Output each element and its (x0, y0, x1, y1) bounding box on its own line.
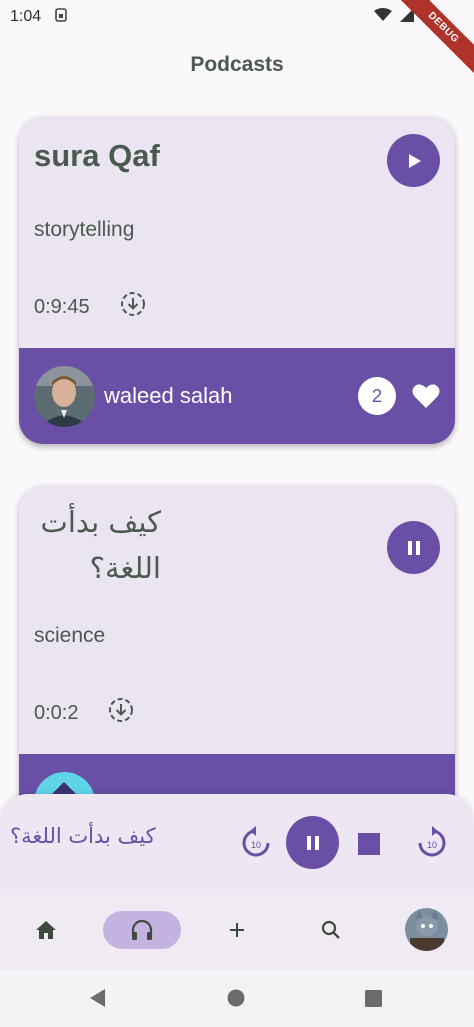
author-avatar[interactable] (34, 365, 95, 427)
home-icon (36, 921, 56, 939)
add-icon (230, 923, 244, 937)
nav-home[interactable] (30, 916, 62, 944)
download-icon[interactable] (108, 697, 134, 729)
stop-button[interactable] (357, 832, 381, 856)
now-playing-title: كيف بدأت اللغة؟ (10, 824, 156, 848)
replay-10-icon: 10 (242, 826, 270, 857)
forward-seconds: 10 (427, 840, 437, 850)
rewind-10-button[interactable]: 10 (238, 824, 274, 862)
download-icon[interactable] (120, 291, 146, 323)
forward-10-button[interactable]: 10 (414, 824, 450, 862)
pause-icon (306, 835, 319, 850)
nav-search[interactable] (318, 916, 344, 944)
heart-icon[interactable] (412, 383, 440, 409)
profile-avatar[interactable] (405, 908, 448, 951)
like-count-badge: 2 (358, 377, 396, 415)
podcast-title: sura Qaf (34, 138, 160, 173)
headphones-icon (131, 920, 153, 940)
nav-podcasts[interactable] (103, 911, 181, 949)
back-icon[interactable] (88, 988, 108, 1008)
play-button[interactable] (387, 134, 440, 187)
wifi-icon (374, 8, 392, 26)
mini-player[interactable]: كيف بدأت اللغة؟ 10 10 (0, 794, 474, 894)
home-circle-icon[interactable] (226, 988, 246, 1008)
forward-10-icon: 10 (418, 826, 446, 857)
bottom-navigation (0, 890, 474, 970)
stop-icon (358, 833, 380, 855)
play-icon (408, 153, 421, 168)
podcast-card[interactable]: sura Qaf storytelling 0:9:45 waleed sala… (19, 116, 455, 444)
podcast-title: كيف بدأت اللغة؟ (40, 505, 161, 585)
podcast-card[interactable]: كيف بدأت اللغة؟ science 0:0:2 (19, 485, 455, 845)
podcast-duration: 0:0:2 (34, 701, 79, 724)
podcast-meta: 0:9:45 (34, 291, 146, 323)
podcast-meta: 0:0:2 (34, 697, 134, 729)
system-navigation-bar (0, 970, 474, 1027)
sim-card-icon (55, 8, 67, 26)
podcast-duration: 0:9:45 (34, 295, 90, 318)
status-bar: 1:04 DEBUG (0, 0, 474, 82)
pause-button[interactable] (286, 816, 339, 869)
rewind-seconds: 10 (251, 840, 261, 850)
author-name: waleed salah (104, 383, 233, 408)
pause-icon (407, 540, 420, 555)
nav-add[interactable] (225, 916, 249, 944)
status-time: 1:04 (10, 8, 42, 25)
podcast-category: science (34, 624, 106, 647)
search-icon (321, 920, 340, 939)
recents-icon[interactable] (363, 988, 383, 1008)
pause-button[interactable] (387, 521, 440, 574)
page-title: Podcasts (190, 53, 284, 76)
podcast-category: storytelling (34, 218, 135, 241)
card-footer: waleed salah 2 (19, 348, 455, 444)
